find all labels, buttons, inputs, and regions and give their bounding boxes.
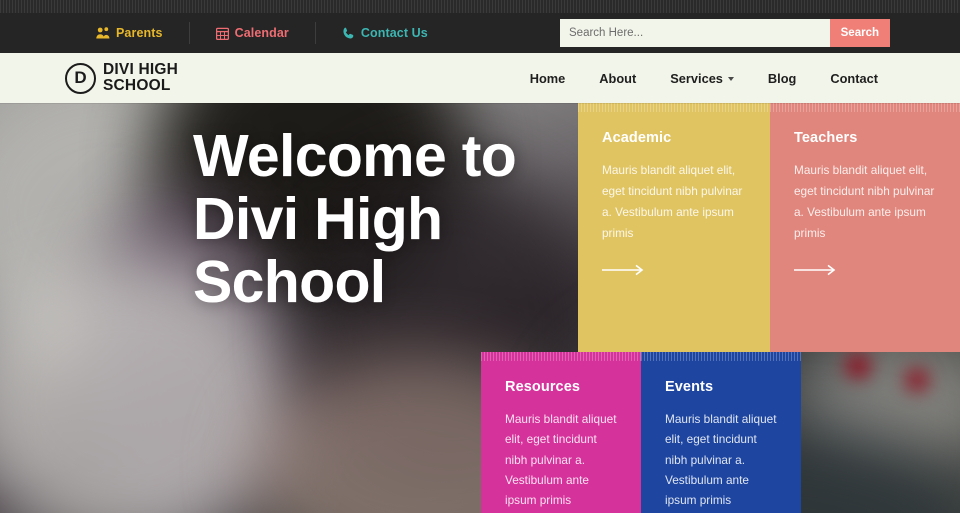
users-icon xyxy=(96,27,110,39)
feature-card-events-body: Mauris blandit aliquet elit, eget tincid… xyxy=(665,412,777,508)
feature-card-academic[interactable]: Academic Mauris blandit aliquet elit, eg… xyxy=(578,103,770,352)
logo-monogram-icon: D xyxy=(65,62,96,94)
site-logo[interactable]: D DIVI HIGH SCHOOL xyxy=(65,60,179,95)
feature-card-teachers[interactable]: Teachers Mauris blandit aliquet elit, eg… xyxy=(770,103,960,352)
hero-title-line1: Welcome to xyxy=(193,123,517,189)
search-form: Search xyxy=(560,19,890,47)
search-input[interactable] xyxy=(560,19,830,47)
feature-card-academic-body: Mauris blandit aliquet elit, eget tincid… xyxy=(602,163,743,240)
hero-title-line2: Divi High xyxy=(193,185,443,252)
card-texture-strip xyxy=(578,103,770,112)
search-button[interactable]: Search xyxy=(829,19,890,47)
topbar-link-parents-label: Parents xyxy=(116,26,163,40)
feature-card-academic-title: Academic xyxy=(602,130,672,146)
topbar-link-contact-us-label: Contact Us xyxy=(360,26,428,40)
card-texture-strip xyxy=(481,352,641,361)
nav-item-contact[interactable]: Contact xyxy=(813,71,895,86)
nav-item-home-label: Home xyxy=(529,70,566,86)
nav-item-services[interactable]: Services xyxy=(653,71,751,86)
arrow-right-icon[interactable] xyxy=(602,263,746,281)
primary-nav: Home About Services Blog Contact xyxy=(513,71,895,86)
nav-item-blog-label: Blog xyxy=(767,70,797,86)
arrow-right-icon[interactable] xyxy=(794,263,936,281)
feature-card-resources-title: Resources xyxy=(505,379,581,395)
brand-name-line1: DIVI HIGH xyxy=(103,60,179,78)
brand-name: DIVI HIGH SCHOOL xyxy=(103,60,179,95)
topbar-link-calendar[interactable]: Calendar xyxy=(190,26,315,40)
topbar-link-parents[interactable]: Parents xyxy=(70,26,189,40)
hero-title: Welcome to Divi High School xyxy=(193,125,613,313)
utility-links: Parents Calendar Contact Us xyxy=(70,22,454,44)
page-root: Parents Calendar Contact Us Search Here.… xyxy=(0,0,960,513)
feature-card-events[interactable]: Events Mauris blandit aliquet elit, eget… xyxy=(641,352,801,513)
card-texture-strip xyxy=(641,352,801,361)
feature-card-teachers-body: Mauris blandit aliquet elit, eget tincid… xyxy=(794,163,935,240)
nav-item-blog[interactable]: Blog xyxy=(751,71,813,86)
brand-name-line2: SCHOOL xyxy=(103,77,171,94)
feature-card-teachers-title: Teachers xyxy=(794,130,858,146)
nav-item-home[interactable]: Home xyxy=(513,71,583,86)
nav-item-services-label: Services xyxy=(670,70,723,86)
top-texture-strip xyxy=(0,0,960,13)
nav-item-contact-label: Contact xyxy=(830,70,878,86)
calendar-icon xyxy=(215,27,229,40)
nav-item-about[interactable]: About xyxy=(582,71,653,86)
nav-item-about-label: About xyxy=(599,70,637,86)
card-texture-strip xyxy=(770,103,960,112)
hero-title-line3: School xyxy=(193,248,386,315)
feature-card-resources-body: Mauris blandit aliquet elit, eget tincid… xyxy=(505,412,617,508)
phone-icon xyxy=(342,27,355,40)
topbar-link-calendar-label: Calendar xyxy=(234,26,289,40)
chevron-down-icon xyxy=(727,77,734,81)
topbar-link-contact-us[interactable]: Contact Us xyxy=(316,26,454,40)
utility-topbar: Parents Calendar Contact Us Search Here.… xyxy=(0,13,960,53)
site-header: D DIVI HIGH SCHOOL Home About Services B… xyxy=(0,53,960,103)
feature-card-events-title: Events xyxy=(665,379,714,395)
feature-card-resources[interactable]: Resources Mauris blandit aliquet elit, e… xyxy=(481,352,641,513)
